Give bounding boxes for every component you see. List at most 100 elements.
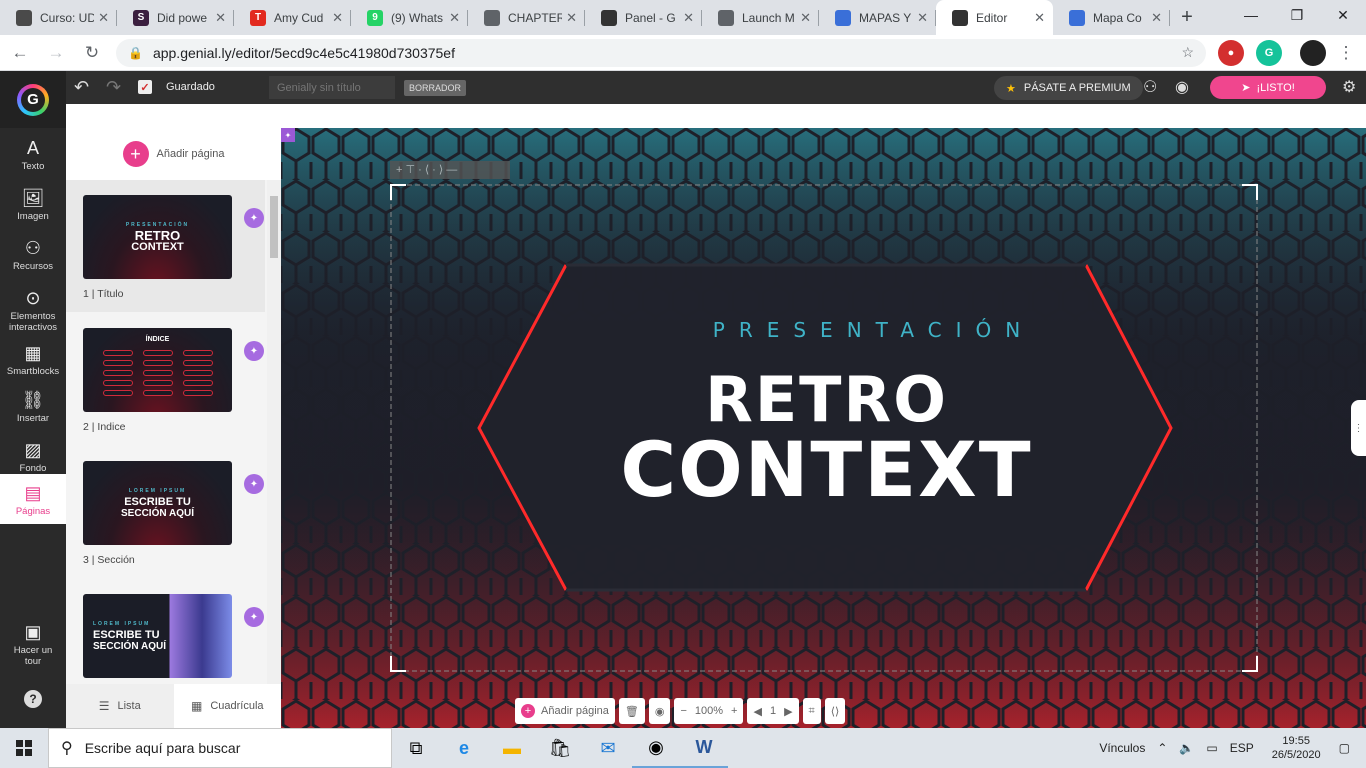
browser-tab[interactable]: CHAPTER ✕ bbox=[468, 0, 585, 35]
slide-subtitle[interactable]: PRESENTACIÓN bbox=[281, 318, 1366, 342]
tab-close-icon[interactable]: ✕ bbox=[1034, 10, 1045, 26]
browser-tab[interactable]: Panel - G ✕ bbox=[585, 0, 702, 35]
maximize-window-icon[interactable]: ❐ bbox=[1274, 0, 1320, 30]
fit-screen-icon[interactable]: ⌗ bbox=[802, 698, 821, 724]
tab-favicon-icon bbox=[484, 9, 500, 26]
tab-close-icon[interactable]: ✕ bbox=[566, 10, 577, 26]
tab-close-icon[interactable]: ✕ bbox=[683, 10, 694, 26]
close-window-icon[interactable]: ✕ bbox=[1320, 0, 1366, 30]
leftnav-item[interactable]: ⛓ Insertar bbox=[0, 390, 66, 424]
leftnav-item[interactable]: ▤ Páginas bbox=[0, 474, 66, 524]
draft-badge: BORRADOR bbox=[404, 80, 467, 96]
genially-title-input[interactable] bbox=[269, 76, 395, 99]
zoom-out-icon[interactable]: − bbox=[680, 705, 686, 717]
page-thumbnail-row[interactable]: LOREM IPSUM ESCRIBE TU SECCIÓN AQUÍ ✦ 3 | Se… bbox=[66, 446, 265, 578]
taskbar-search-placeholder: Escribe aquí para buscar bbox=[84, 740, 241, 756]
volume-icon[interactable]: 🔈 bbox=[1179, 741, 1194, 755]
profile-avatar[interactable] bbox=[1300, 39, 1326, 66]
tab-close-icon[interactable]: ✕ bbox=[917, 10, 928, 26]
browser-tab[interactable]: Editor ✕ bbox=[936, 0, 1053, 35]
zoom-in-icon[interactable]: + bbox=[731, 705, 737, 717]
redo-icon[interactable]: ↷ bbox=[106, 77, 121, 98]
browser-tab[interactable]: 9 (9) Whats ✕ bbox=[351, 0, 468, 35]
file-explorer-icon[interactable]: ▬ bbox=[488, 728, 536, 768]
tab-close-icon[interactable]: ✕ bbox=[215, 10, 226, 26]
chrome-icon[interactable]: ◉ bbox=[632, 728, 680, 768]
page-thumbnail[interactable]: LOREM IPSUM ESCRIBE TU SECCIÓN AQUÍ bbox=[83, 594, 232, 678]
help-button[interactable]: ? bbox=[0, 690, 66, 710]
canvas-add-page-button[interactable]: + Añadir página bbox=[515, 698, 615, 724]
take-tour-button[interactable]: ▣ Hacer un tour bbox=[0, 622, 66, 667]
word-icon[interactable]: W bbox=[680, 728, 728, 768]
language-indicator[interactable]: ESP bbox=[1230, 741, 1254, 755]
leftnav-item[interactable]: ⚇ Recursos bbox=[0, 238, 66, 272]
page-thumbnail-row[interactable]: ÍNDICE ✦ 2 | Indice bbox=[66, 313, 265, 445]
leftnav-item[interactable]: ⊙ Elementos interactivos bbox=[0, 288, 66, 333]
task-view-icon[interactable]: ⧉ bbox=[392, 728, 440, 768]
tray-chevron-icon[interactable]: ⌃ bbox=[1157, 741, 1167, 755]
browser-tab[interactable]: T Amy Cud ✕ bbox=[234, 0, 351, 35]
tray-links-label[interactable]: Vínculos bbox=[1099, 741, 1145, 755]
adblock-extension-icon[interactable]: ● bbox=[1218, 39, 1244, 66]
windows-start-icon[interactable] bbox=[0, 728, 48, 768]
forward-icon[interactable]: → bbox=[40, 37, 72, 69]
page-thumbnail[interactable]: LOREM IPSUM ESCRIBE TU SECCIÓN AQUÍ bbox=[83, 461, 232, 545]
browser-tab[interactable]: Curso: UD ✕ bbox=[0, 0, 117, 35]
battery-icon[interactable]: ▭ bbox=[1206, 741, 1217, 755]
store-icon[interactable]: 🛍 bbox=[536, 728, 584, 768]
magic-wand-icon[interactable]: ✦ bbox=[244, 208, 264, 228]
leftnav-item[interactable]: ▨ Fondo bbox=[0, 440, 66, 474]
clock[interactable]: 19:55 26/5/2020 bbox=[1272, 734, 1321, 762]
mail-icon[interactable]: ✉ bbox=[584, 728, 632, 768]
selection-mini-toolbar[interactable]: + ⊤ · ⟨ · ⟩ — bbox=[390, 161, 510, 179]
side-panel-handle[interactable]: ⋮ bbox=[1351, 400, 1366, 456]
next-page-icon[interactable]: ▶ bbox=[784, 705, 792, 718]
minimize-window-icon[interactable]: — bbox=[1228, 0, 1274, 30]
leftnav-item[interactable]: 🖼 Imagen bbox=[0, 188, 66, 222]
tab-close-icon[interactable]: ✕ bbox=[332, 10, 343, 26]
tab-close-icon[interactable]: ✕ bbox=[1151, 10, 1162, 26]
prev-page-icon[interactable]: ◀ bbox=[753, 705, 761, 718]
pages-scrollbar[interactable] bbox=[267, 180, 281, 684]
leftnav-item[interactable]: A Texto bbox=[0, 138, 66, 172]
browser-tab[interactable]: MAPAS Y ✕ bbox=[819, 0, 936, 35]
code-view-icon[interactable]: ⟨⟩ bbox=[824, 698, 846, 724]
list-view-button[interactable]: ☰ Lista bbox=[66, 684, 174, 728]
notifications-icon[interactable]: ▢ bbox=[1339, 741, 1350, 755]
browser-tab[interactable]: Launch M ✕ bbox=[702, 0, 819, 35]
grid-view-button[interactable]: ▦ Cuadrícula bbox=[173, 684, 281, 728]
tab-close-icon[interactable]: ✕ bbox=[449, 10, 460, 26]
go-premium-button[interactable]: ★ PÁSATE A PREMIUM bbox=[994, 76, 1143, 100]
grammarly-extension-icon[interactable]: G bbox=[1256, 39, 1282, 66]
new-tab-button[interactable]: + bbox=[1170, 0, 1204, 35]
settings-gear-icon[interactable]: ⚙ bbox=[1342, 77, 1356, 97]
page-thumbnail[interactable]: PRESENTACIÓN RETRO CONTEXT bbox=[83, 195, 232, 279]
tab-close-icon[interactable]: ✕ bbox=[800, 10, 811, 26]
tab-close-icon[interactable]: ✕ bbox=[98, 10, 109, 26]
slide-title-line2[interactable]: CONTEXT bbox=[281, 425, 1366, 514]
address-bar[interactable]: 🔒 app.genial.ly/editor/5ecd9c4e5c41980d7… bbox=[116, 38, 1206, 67]
page-thumbnail-row[interactable]: PRESENTACIÓN RETRO CONTEXT ✦ 1 | Título bbox=[66, 180, 265, 312]
add-page-button[interactable]: + Añadir página bbox=[66, 128, 281, 180]
ready-button[interactable]: ➤ ¡LISTO! bbox=[1210, 76, 1326, 99]
preview-eye-icon[interactable]: ◉ bbox=[1175, 77, 1189, 97]
magic-wand-icon[interactable]: ✦ bbox=[244, 607, 264, 627]
undo-icon[interactable]: ↶ bbox=[74, 77, 89, 98]
genially-logo[interactable]: G bbox=[0, 71, 66, 128]
magic-wand-icon[interactable]: ✦ bbox=[244, 474, 264, 494]
leftnav-item[interactable]: ▦ Smartblocks bbox=[0, 343, 66, 377]
edge-icon[interactable]: e bbox=[440, 728, 488, 768]
reload-icon[interactable]: ↻ bbox=[76, 37, 108, 69]
delete-page-icon[interactable]: 🗑 bbox=[618, 698, 645, 724]
browser-tab[interactable]: Mapa Co ✕ bbox=[1053, 0, 1170, 35]
add-collaborator-icon[interactable]: ⚇ bbox=[1143, 77, 1157, 97]
bookmark-star-icon[interactable]: ☆ bbox=[1181, 44, 1194, 61]
back-icon[interactable]: ← bbox=[4, 37, 36, 69]
magic-wand-icon[interactable]: ✦ bbox=[244, 341, 264, 361]
page-thumbnail[interactable]: ÍNDICE bbox=[83, 328, 232, 412]
browser-menu-icon[interactable]: ⋮ bbox=[1330, 37, 1362, 69]
browser-tab[interactable]: S Did powe ✕ bbox=[117, 0, 234, 35]
taskbar-search-box[interactable]: ⚲ Escribe aquí para buscar bbox=[48, 728, 392, 768]
preview-icon[interactable]: ◉ bbox=[648, 698, 671, 724]
page-number[interactable]: 1 bbox=[770, 705, 776, 717]
